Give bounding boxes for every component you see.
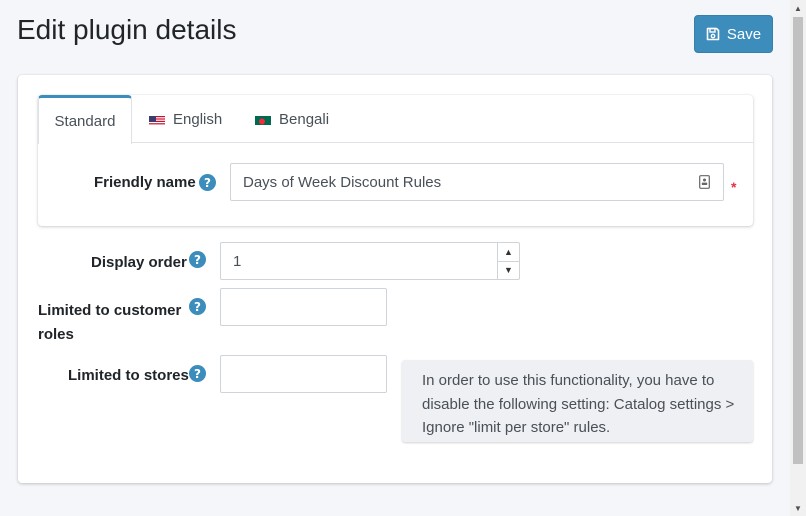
store-limit-notice: In order to use this functionality, you … bbox=[402, 360, 753, 442]
tab-bar: Standard English Bengali bbox=[38, 95, 753, 144]
display-order-help-icon[interactable]: ? bbox=[189, 251, 206, 268]
stores-help-icon[interactable]: ? bbox=[189, 365, 206, 382]
customer-roles-label-line2: roles bbox=[38, 326, 74, 343]
customer-roles-input[interactable] bbox=[220, 288, 387, 326]
required-marker: * bbox=[731, 179, 737, 195]
display-order-label: Display order bbox=[91, 254, 187, 271]
tab-standard-label: Standard bbox=[54, 112, 116, 130]
scrollbar-thumb[interactable] bbox=[793, 17, 803, 464]
stepper-down-icon[interactable]: ▼ bbox=[498, 260, 519, 280]
save-button-label: Save bbox=[726, 25, 762, 43]
page-header: Edit plugin details Save bbox=[0, 0, 790, 70]
friendly-name-value: Days of Week Discount Rules bbox=[243, 173, 442, 191]
us-flag-icon bbox=[149, 114, 165, 125]
tab-english[interactable]: English bbox=[149, 95, 222, 143]
vertical-scrollbar[interactable]: ▲ ▼ bbox=[790, 0, 806, 516]
tab-english-label: English bbox=[173, 110, 223, 128]
customer-roles-label-line1: Limited to customer bbox=[38, 302, 182, 319]
notice-line-3: Ignore "limit per store" rules. bbox=[422, 419, 611, 436]
contact-card-icon[interactable] bbox=[699, 175, 710, 194]
scroll-down-icon[interactable]: ▼ bbox=[790, 500, 806, 516]
tab-bengali-label: Bengali bbox=[279, 110, 330, 128]
friendly-name-label: Friendly name bbox=[94, 174, 196, 191]
friendly-name-help-icon[interactable]: ? bbox=[199, 174, 216, 191]
floppy-disk-icon bbox=[706, 27, 720, 41]
bd-flag-icon bbox=[255, 114, 271, 125]
friendly-name-input[interactable]: Days of Week Discount Rules bbox=[230, 163, 724, 201]
stores-label: Limited to stores bbox=[68, 367, 189, 384]
page-title: Edit plugin details bbox=[17, 14, 237, 45]
stores-input[interactable] bbox=[220, 355, 387, 393]
save-button[interactable]: Save bbox=[694, 15, 773, 53]
localized-tabs-panel: Standard English Bengali Friendly name ?… bbox=[38, 95, 753, 226]
stepper-up-icon[interactable]: ▲ bbox=[498, 243, 519, 261]
scroll-up-icon[interactable]: ▲ bbox=[790, 0, 806, 16]
display-order-value: 1 bbox=[233, 252, 242, 270]
customer-roles-help-icon[interactable]: ? bbox=[189, 298, 206, 315]
tab-standard[interactable]: Standard bbox=[38, 95, 132, 144]
customer-roles-label: Limited to customer roles bbox=[38, 299, 181, 347]
tab-bengali[interactable]: Bengali bbox=[255, 95, 329, 143]
notice-line-1: In order to use this functionality, you … bbox=[422, 372, 715, 389]
display-order-input[interactable]: 1 bbox=[220, 242, 520, 280]
display-order-stepper[interactable]: ▲ ▼ bbox=[497, 243, 519, 279]
notice-line-2: disable the following setting: Catalog s… bbox=[422, 395, 735, 413]
